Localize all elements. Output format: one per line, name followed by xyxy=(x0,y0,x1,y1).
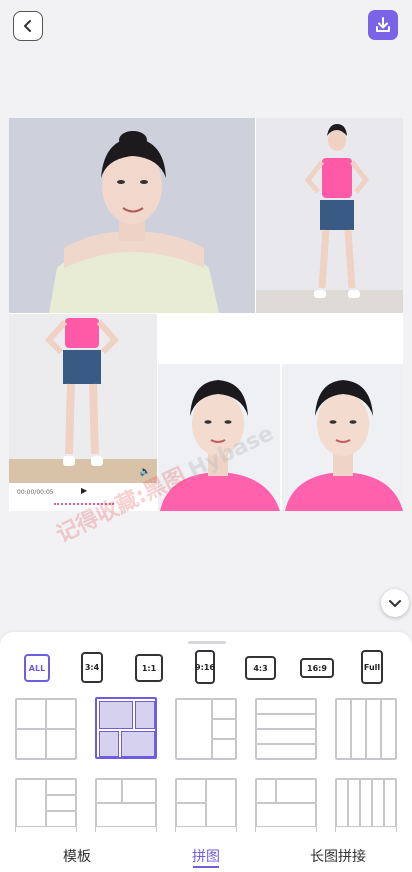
layout-block xyxy=(176,779,206,803)
layout-block xyxy=(384,779,396,827)
layout-block xyxy=(176,803,206,827)
layout-block xyxy=(366,699,381,759)
layout-block xyxy=(256,744,316,759)
photo-standing-front xyxy=(256,118,403,313)
layout-selected-4-piece[interactable] xyxy=(95,697,157,759)
layout-mixed-3[interactable] xyxy=(175,778,237,840)
layout-block xyxy=(206,779,236,827)
layout-block xyxy=(351,699,366,759)
layout-block xyxy=(360,779,372,827)
layout-block xyxy=(16,729,46,759)
layout-block xyxy=(135,701,155,729)
layout-left-big-right-3[interactable] xyxy=(175,698,237,760)
tab-collage[interactable]: 拼图 xyxy=(192,846,220,866)
layout-rows-4[interactable] xyxy=(255,698,317,760)
layout-block xyxy=(96,779,122,803)
ratio-full[interactable]: Full xyxy=(361,650,383,684)
ratio-3-4[interactable]: 3:4 xyxy=(81,652,103,683)
layout-block xyxy=(96,803,156,827)
layout-block xyxy=(276,779,316,803)
video-time: 00:00/00:05 xyxy=(17,489,54,496)
collage-cell-video[interactable]: 🔈 00:00/00:05 ▶ xyxy=(9,314,157,511)
back-button[interactable] xyxy=(13,11,43,41)
collapse-panel-button[interactable] xyxy=(381,589,409,617)
layout-columns-4[interactable] xyxy=(335,698,397,760)
layout-block xyxy=(122,779,156,803)
layout-left-right-stack[interactable] xyxy=(15,778,77,840)
layout-block xyxy=(256,779,276,803)
tab-template[interactable]: 模板 xyxy=(63,846,91,866)
active-tab-indicator xyxy=(193,866,219,868)
layout-grid-4[interactable] xyxy=(15,698,77,760)
layout-block xyxy=(348,779,360,827)
layout-block xyxy=(46,729,76,759)
collage-cell-standing-front[interactable] xyxy=(256,118,403,313)
download-icon xyxy=(376,17,390,32)
video-waveform xyxy=(54,503,114,507)
layout-block xyxy=(372,779,384,827)
photo-portrait-offshoulder xyxy=(9,118,255,313)
ratio-1-1[interactable]: 1:1 xyxy=(135,654,163,682)
layout-block xyxy=(99,731,119,757)
layout-block xyxy=(381,699,396,759)
layout-block xyxy=(121,731,155,757)
layout-block xyxy=(256,729,316,744)
bottom-tab-bar: 模板 拼图 长图拼接 xyxy=(0,832,412,872)
layout-block xyxy=(212,719,236,739)
ratio-9-16[interactable]: 9:16 xyxy=(195,650,215,684)
video-control-bar: 00:00/00:05 ▶ xyxy=(9,483,157,511)
collage-cell-portrait-offshoulder[interactable] xyxy=(9,118,255,313)
layout-block xyxy=(336,779,348,827)
layout-block xyxy=(16,779,46,827)
tab-long-image-stitch[interactable]: 长图拼接 xyxy=(310,846,366,866)
layout-block xyxy=(46,811,76,827)
ratio-4-3[interactable]: 4:3 xyxy=(245,656,276,680)
layout-top-split[interactable] xyxy=(95,778,157,840)
collage-cell-closeup-pair[interactable] xyxy=(158,364,403,511)
layout-block xyxy=(46,795,76,811)
layout-block xyxy=(256,699,316,714)
photo-closeup-pair xyxy=(158,364,403,511)
collage-editor-screen: 🔈 00:00/00:05 ▶ 记得收藏:黑图Hybase ALL 3:4 1:… xyxy=(0,0,412,872)
back-icon xyxy=(24,20,31,32)
layout-block xyxy=(16,699,46,729)
layout-block xyxy=(212,739,236,759)
layout-block xyxy=(99,701,133,729)
ratio-16-9[interactable]: 16:9 xyxy=(300,658,334,678)
drag-handle[interactable] xyxy=(188,641,226,644)
video-frame-standing xyxy=(9,314,157,511)
play-icon[interactable]: ▶ xyxy=(81,486,87,495)
chevron-down-icon xyxy=(389,600,401,607)
download-button[interactable] xyxy=(368,10,398,40)
collage-preview[interactable]: 🔈 00:00/00:05 ▶ xyxy=(9,118,403,511)
speaker-icon[interactable]: 🔈 xyxy=(140,467,151,477)
layout-rows-uneven[interactable] xyxy=(255,778,317,840)
ratio-all[interactable]: ALL xyxy=(24,654,50,682)
layout-block xyxy=(336,699,351,759)
layout-columns-5[interactable] xyxy=(335,778,397,840)
layout-block xyxy=(46,779,76,795)
layout-block xyxy=(256,714,316,729)
layout-block xyxy=(256,803,316,827)
layout-block xyxy=(212,699,236,719)
layout-block xyxy=(46,699,76,729)
layout-block xyxy=(176,699,212,759)
